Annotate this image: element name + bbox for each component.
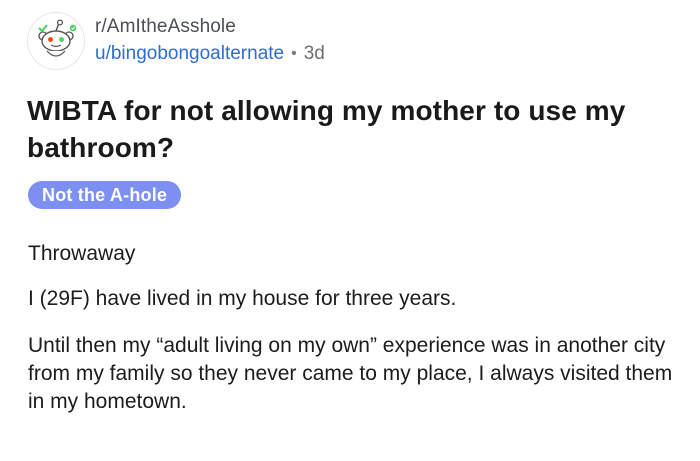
post-meta: r/AmItheAsshole u/bingobongoalternate • …: [95, 15, 325, 67]
post-header: r/AmItheAsshole u/bingobongoalternate • …: [27, 12, 325, 70]
subreddit-avatar[interactable]: [27, 12, 85, 70]
reddit-post: r/AmItheAsshole u/bingobongoalternate • …: [0, 0, 700, 461]
subreddit-name[interactable]: r/AmItheAsshole: [95, 15, 325, 39]
post-title[interactable]: WIBTA for not allowing my mother to use …: [27, 92, 667, 166]
body-paragraph: Until then my “adult living on my own” e…: [28, 334, 673, 413]
author-username[interactable]: u/bingobongoalternate: [95, 41, 284, 67]
snoo-judge-icon: [38, 19, 77, 57]
post-flair[interactable]: Not the A-hole: [28, 181, 182, 209]
post-age: 3d: [303, 43, 325, 64]
author-line: u/bingobongoalternate • 3d: [95, 41, 325, 67]
body-paragraph: I (29F) have lived in my house for three…: [28, 287, 457, 310]
meta-separator: •: [291, 45, 297, 62]
post-body: Throwaway I (29F) have lived in my house…: [28, 240, 678, 416]
body-paragraph: Throwaway: [28, 242, 136, 265]
